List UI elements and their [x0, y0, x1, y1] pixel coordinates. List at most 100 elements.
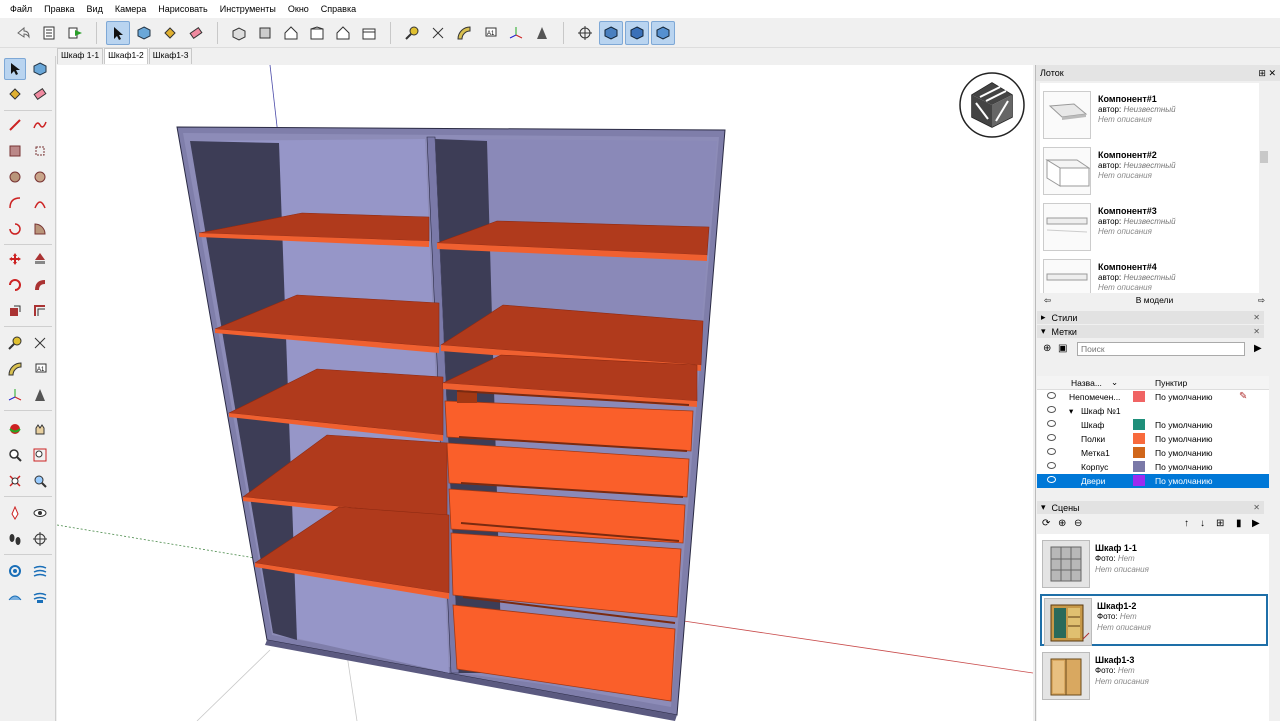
menu-camera[interactable]: Камера — [109, 4, 152, 14]
details-arrow-icon[interactable]: ▶ — [1252, 518, 1260, 529]
three-point-arc-icon[interactable] — [4, 218, 26, 240]
tag-row[interactable]: Непомечен... По умолчанию ✎ — [1037, 390, 1269, 404]
component-item[interactable]: Компонент#4 автор: Неизвестный Нет описа… — [1040, 251, 1269, 293]
two-point-arc-icon[interactable] — [29, 192, 51, 214]
tab-scene-2[interactable]: Шкаф1-2 — [104, 48, 148, 64]
3d-text-icon[interactable] — [530, 21, 554, 45]
dimension-icon[interactable] — [426, 21, 450, 45]
tape-measure-icon[interactable] — [400, 21, 424, 45]
top-view-icon[interactable] — [253, 21, 277, 45]
select-tool-icon[interactable] — [4, 58, 26, 80]
column-name-header[interactable]: Назва... — [1071, 378, 1102, 388]
make-component-icon[interactable] — [132, 21, 156, 45]
eraser-icon[interactable] — [184, 21, 208, 45]
tag-row[interactable]: Метка1 По умолчанию — [1037, 446, 1269, 460]
pie-tool-icon[interactable] — [29, 218, 51, 240]
eye-icon[interactable] — [1047, 448, 1056, 455]
look-around-icon[interactable] — [29, 502, 51, 524]
zoom-window-icon[interactable] — [29, 444, 51, 466]
menu-view[interactable]: Вид — [81, 4, 109, 14]
sandbox-scratch-icon[interactable] — [29, 560, 51, 582]
zoom-extents-icon[interactable] — [4, 470, 26, 492]
tags-panel-header[interactable]: ▾ Метки ✕ — [1037, 325, 1264, 338]
back-view-icon[interactable] — [331, 21, 355, 45]
protractor-icon[interactable] — [4, 358, 26, 380]
walk-tool-icon[interactable] — [4, 528, 26, 550]
eraser-icon[interactable] — [29, 83, 51, 105]
textured-cube-icon[interactable] — [651, 20, 675, 45]
menu-draw[interactable]: Нарисовать — [152, 4, 213, 14]
tag-row-selected[interactable]: Двери По умолчанию — [1037, 474, 1269, 488]
previous-view-icon[interactable] — [29, 470, 51, 492]
right-view-icon[interactable] — [305, 21, 329, 45]
dimension-icon[interactable] — [29, 332, 51, 354]
tag-color-swatch[interactable] — [1133, 433, 1145, 444]
rotated-rectangle-icon[interactable] — [29, 140, 51, 162]
axes-tool-icon[interactable] — [4, 384, 26, 406]
model-viewport[interactable] — [57, 65, 1033, 721]
view-options-icon[interactable]: ⊞ — [1216, 518, 1224, 529]
shaded-cube-icon[interactable] — [625, 20, 649, 45]
tape-measure-icon[interactable] — [4, 332, 26, 354]
paint-bucket-icon[interactable] — [4, 83, 26, 105]
tag-color-swatch[interactable] — [1133, 461, 1145, 472]
arc-tool-icon[interactable] — [4, 192, 26, 214]
tags-search-input[interactable] — [1077, 342, 1245, 356]
in-model-label[interactable]: В модели — [1136, 295, 1174, 305]
delete-scene-icon[interactable]: ▮ — [1236, 518, 1242, 529]
remove-scene-icon[interactable]: ⊖ — [1074, 518, 1082, 529]
menu-tools[interactable]: Инструменты — [214, 4, 282, 14]
iso-view-icon[interactable] — [227, 21, 251, 45]
menu-window[interactable]: Окно — [282, 4, 315, 14]
tag-row[interactable]: Полки По умолчанию — [1037, 432, 1269, 446]
eye-icon[interactable] — [1047, 476, 1056, 483]
eye-icon[interactable] — [1047, 420, 1056, 427]
close-icon[interactable]: ✕ — [1253, 503, 1260, 512]
model-info-icon[interactable] — [37, 21, 61, 45]
freehand-icon[interactable] — [29, 114, 51, 136]
column-dash-header[interactable]: Пунктир — [1155, 378, 1187, 388]
rotate-tool-icon[interactable] — [4, 274, 26, 296]
pencil-icon[interactable]: ✎ — [1239, 391, 1247, 402]
component-item[interactable]: Компонент#1 автор: Неизвестный Нет описа… — [1040, 83, 1269, 139]
tag-color-swatch[interactable] — [1133, 391, 1145, 402]
scene-item-selected[interactable]: Шкаф1-2 Фото: Нет Нет описания — [1040, 594, 1268, 646]
undo-icon[interactable] — [11, 21, 35, 45]
section-plane-icon[interactable] — [573, 21, 597, 45]
menu-file[interactable]: Файл — [4, 4, 38, 14]
components-scrollbar[interactable] — [1259, 83, 1269, 293]
scene-item[interactable]: Шкаф1-3 Фото: Нет Нет описания — [1040, 650, 1268, 702]
components-scroll-thumb[interactable] — [1260, 151, 1268, 163]
eye-icon[interactable] — [1047, 434, 1056, 441]
details-arrow-icon[interactable]: ⇨ — [1258, 295, 1265, 306]
scenes-scrollbar[interactable] — [1270, 534, 1280, 721]
push-pull-icon[interactable] — [29, 248, 51, 270]
select-tool-icon[interactable] — [106, 20, 130, 45]
position-camera-icon[interactable] — [4, 502, 26, 524]
front-view-icon[interactable] — [279, 21, 303, 45]
component-tool-icon[interactable] — [29, 58, 51, 80]
eye-icon[interactable] — [1047, 406, 1056, 413]
line-tool-icon[interactable] — [4, 114, 26, 136]
section-plane-icon[interactable] — [29, 528, 51, 550]
tag-color-swatch[interactable] — [1133, 419, 1145, 430]
component-item[interactable]: Компонент#2 автор: Неизвестный Нет описа… — [1040, 139, 1269, 195]
scene-item[interactable]: Шкаф 1-1 Фото: Нет Нет описания — [1040, 538, 1268, 590]
scale-tool-icon[interactable] — [4, 300, 26, 322]
update-scene-icon[interactable]: ⟳ — [1042, 518, 1050, 529]
sandbox-contours-icon[interactable] — [4, 560, 26, 582]
move-tool-icon[interactable] — [4, 248, 26, 270]
rectangle-tool-icon[interactable] — [4, 140, 26, 162]
text-tool-icon[interactable]: A1 — [29, 358, 51, 380]
sandbox-smoove-icon[interactable] — [4, 586, 26, 608]
zoom-tool-icon[interactable] — [4, 444, 26, 466]
export-icon[interactable] — [63, 21, 87, 45]
axes-tool-icon[interactable] — [504, 21, 528, 45]
protractor-icon[interactable] — [452, 21, 476, 45]
follow-me-icon[interactable] — [29, 274, 51, 296]
orbit-tool-icon[interactable] — [4, 418, 26, 440]
eye-icon[interactable] — [1047, 462, 1056, 469]
menu-edit[interactable]: Правка — [38, 4, 80, 14]
text-tool-icon[interactable]: A1 — [478, 21, 502, 45]
tag-color-swatch[interactable] — [1133, 447, 1145, 458]
